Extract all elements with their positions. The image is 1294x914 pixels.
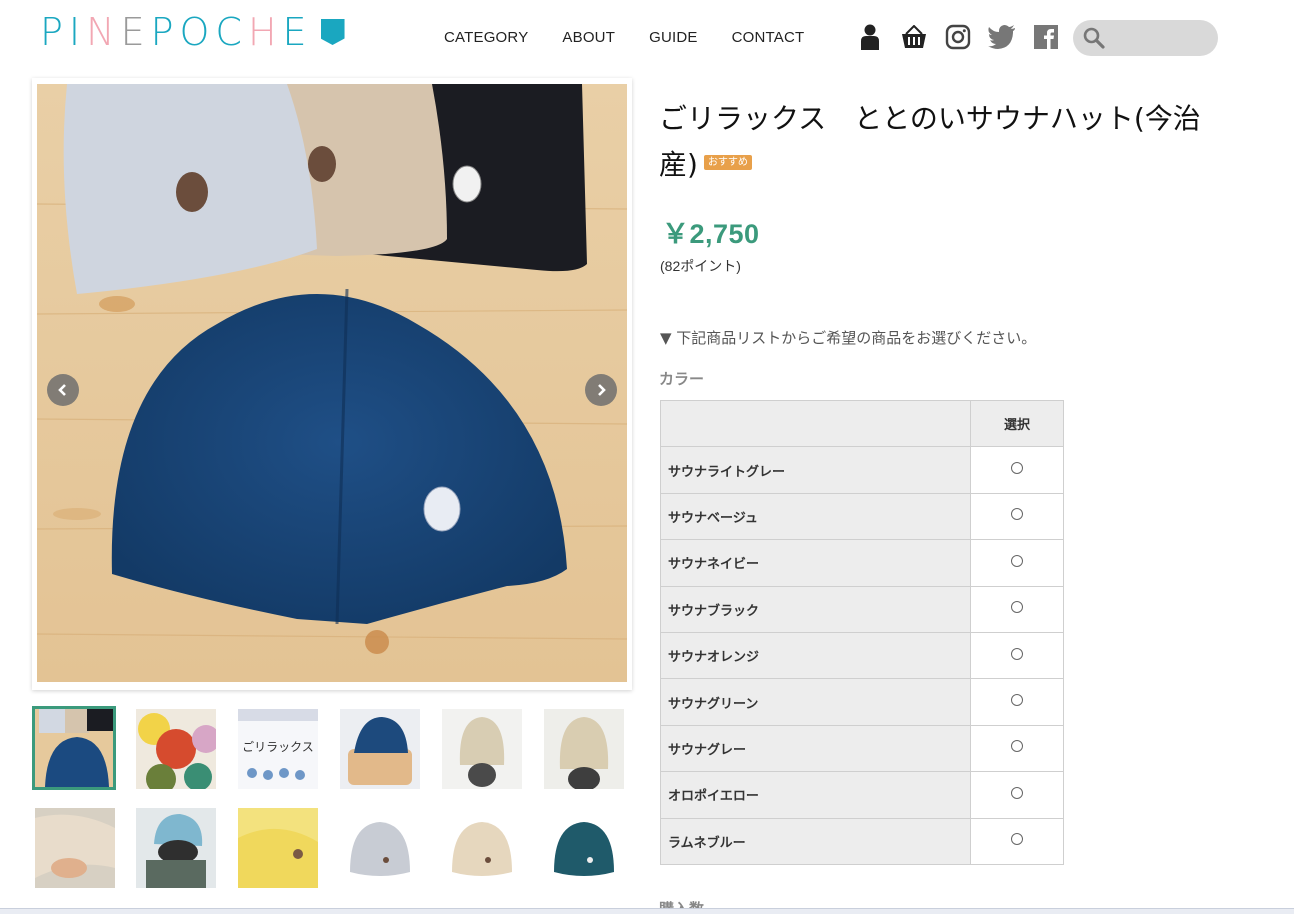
option-cell	[970, 771, 1064, 819]
search-input[interactable]	[1113, 26, 1209, 50]
main-product-image	[37, 84, 627, 682]
logo-text-part: PI	[40, 10, 87, 54]
select-column-header: 選択	[970, 399, 1064, 448]
table-row: サウナブラック	[660, 585, 1064, 633]
table-header-blank	[660, 399, 971, 448]
option-name: オロポイエロー	[660, 771, 971, 819]
site-header: PI N E POC H E CATEGORY ABOUT GUIDE CONTACT	[0, 0, 1294, 78]
option-cell	[970, 817, 1064, 865]
option-radio[interactable]	[1011, 601, 1023, 614]
main-nav: CATEGORY ABOUT GUIDE CONTACT	[444, 29, 838, 46]
option-name: サウナグリーン	[660, 678, 971, 726]
table-row: サウナライトグレー	[660, 446, 1064, 494]
facebook-icon[interactable]	[1032, 22, 1060, 52]
logo-text-part: E	[282, 10, 313, 54]
logo-text-part: E	[120, 10, 151, 54]
thumbnail-12[interactable]	[544, 808, 624, 888]
table-header-row: 選択	[660, 399, 1064, 448]
option-name: サウナネイビー	[660, 539, 971, 587]
nav-contact[interactable]: CONTACT	[732, 29, 805, 46]
thumbnail-7[interactable]	[35, 808, 115, 888]
thumb-logo-text: ごリラックス	[242, 739, 314, 754]
option-radio[interactable]	[1011, 694, 1023, 707]
prev-image-button[interactable]	[47, 374, 79, 406]
option-cell	[970, 678, 1064, 726]
option-radio[interactable]	[1011, 462, 1023, 475]
site-logo[interactable]: PI N E POC H E	[40, 10, 345, 54]
option-name: サウナベージュ	[660, 492, 971, 541]
thumbnail-4[interactable]	[340, 709, 420, 789]
table-row: サウナベージュ	[660, 492, 1064, 541]
option-cell	[970, 539, 1064, 587]
logo-text-part: H	[247, 10, 283, 54]
option-cell	[970, 492, 1064, 541]
thumbnail-8[interactable]	[136, 808, 216, 888]
twitter-icon[interactable]	[988, 22, 1016, 52]
recommended-badge: おすすめ	[703, 154, 752, 170]
basket-icon[interactable]	[900, 22, 928, 52]
search-icon	[1083, 27, 1105, 49]
option-radio[interactable]	[1011, 508, 1023, 521]
product-title: ごリラックス ととのいサウナハット(今治産) おすすめ	[659, 96, 1219, 188]
thumbnail-11[interactable]	[442, 808, 522, 888]
search-box[interactable]	[1073, 20, 1218, 56]
header-icon-group	[856, 22, 1076, 52]
option-cell	[970, 631, 1064, 680]
option-radio[interactable]	[1011, 786, 1023, 799]
option-cell	[970, 724, 1064, 773]
option-radio[interactable]	[1011, 647, 1023, 660]
option-name: サウナグレー	[660, 724, 971, 773]
option-radio[interactable]	[1011, 554, 1023, 567]
main-image-frame	[32, 78, 632, 690]
user-icon[interactable]	[856, 22, 884, 52]
product-points: (82ポイント)	[660, 258, 741, 274]
option-name: サウナオレンジ	[660, 631, 971, 680]
option-cell	[970, 446, 1064, 494]
selection-instruction: ▼ 下記商品リストからご希望の商品をお選びください。	[660, 329, 1037, 347]
product-price: ￥2,750	[662, 219, 760, 249]
thumbnail-9[interactable]	[238, 808, 318, 888]
table-row: サウナグリーン	[660, 678, 1064, 726]
option-name: サウナブラック	[660, 585, 971, 633]
thumbnail-10[interactable]	[340, 808, 420, 888]
table-row: サウナオレンジ	[660, 631, 1064, 680]
color-label: カラー	[659, 370, 705, 388]
option-cell	[970, 585, 1064, 633]
chevron-right-icon	[598, 384, 606, 396]
nav-category[interactable]: CATEGORY	[444, 29, 528, 46]
table-row: サウナネイビー	[660, 539, 1064, 587]
instagram-icon[interactable]	[944, 22, 972, 52]
thumbnail-6[interactable]	[544, 709, 624, 789]
table-row: オロポイエロー	[660, 771, 1064, 819]
option-name: サウナライトグレー	[660, 446, 971, 494]
option-name: ラムネブルー	[660, 817, 971, 865]
thumbnail-2[interactable]	[136, 709, 216, 789]
logo-text-part: N	[86, 10, 121, 54]
logo-text-part: POC	[150, 10, 248, 54]
nav-guide[interactable]: GUIDE	[649, 29, 698, 46]
thumbnail-3[interactable]: ごリラックス	[238, 709, 318, 789]
chevron-left-icon	[58, 384, 66, 396]
table-row: サウナグレー	[660, 724, 1064, 773]
thumbnail-5[interactable]	[442, 709, 522, 789]
nav-about[interactable]: ABOUT	[562, 29, 615, 46]
next-image-button[interactable]	[585, 374, 617, 406]
table-row: ラムネブルー	[660, 817, 1064, 865]
window-bottom-edge	[0, 908, 1294, 914]
color-option-table: 選択 サウナライトグレー サウナベージュ サウナネイビー サウナブラック サウナ…	[660, 399, 1064, 865]
option-radio[interactable]	[1011, 833, 1023, 846]
logo-flag-icon	[320, 19, 345, 45]
option-radio[interactable]	[1011, 740, 1023, 753]
thumbnail-1[interactable]	[32, 706, 116, 790]
